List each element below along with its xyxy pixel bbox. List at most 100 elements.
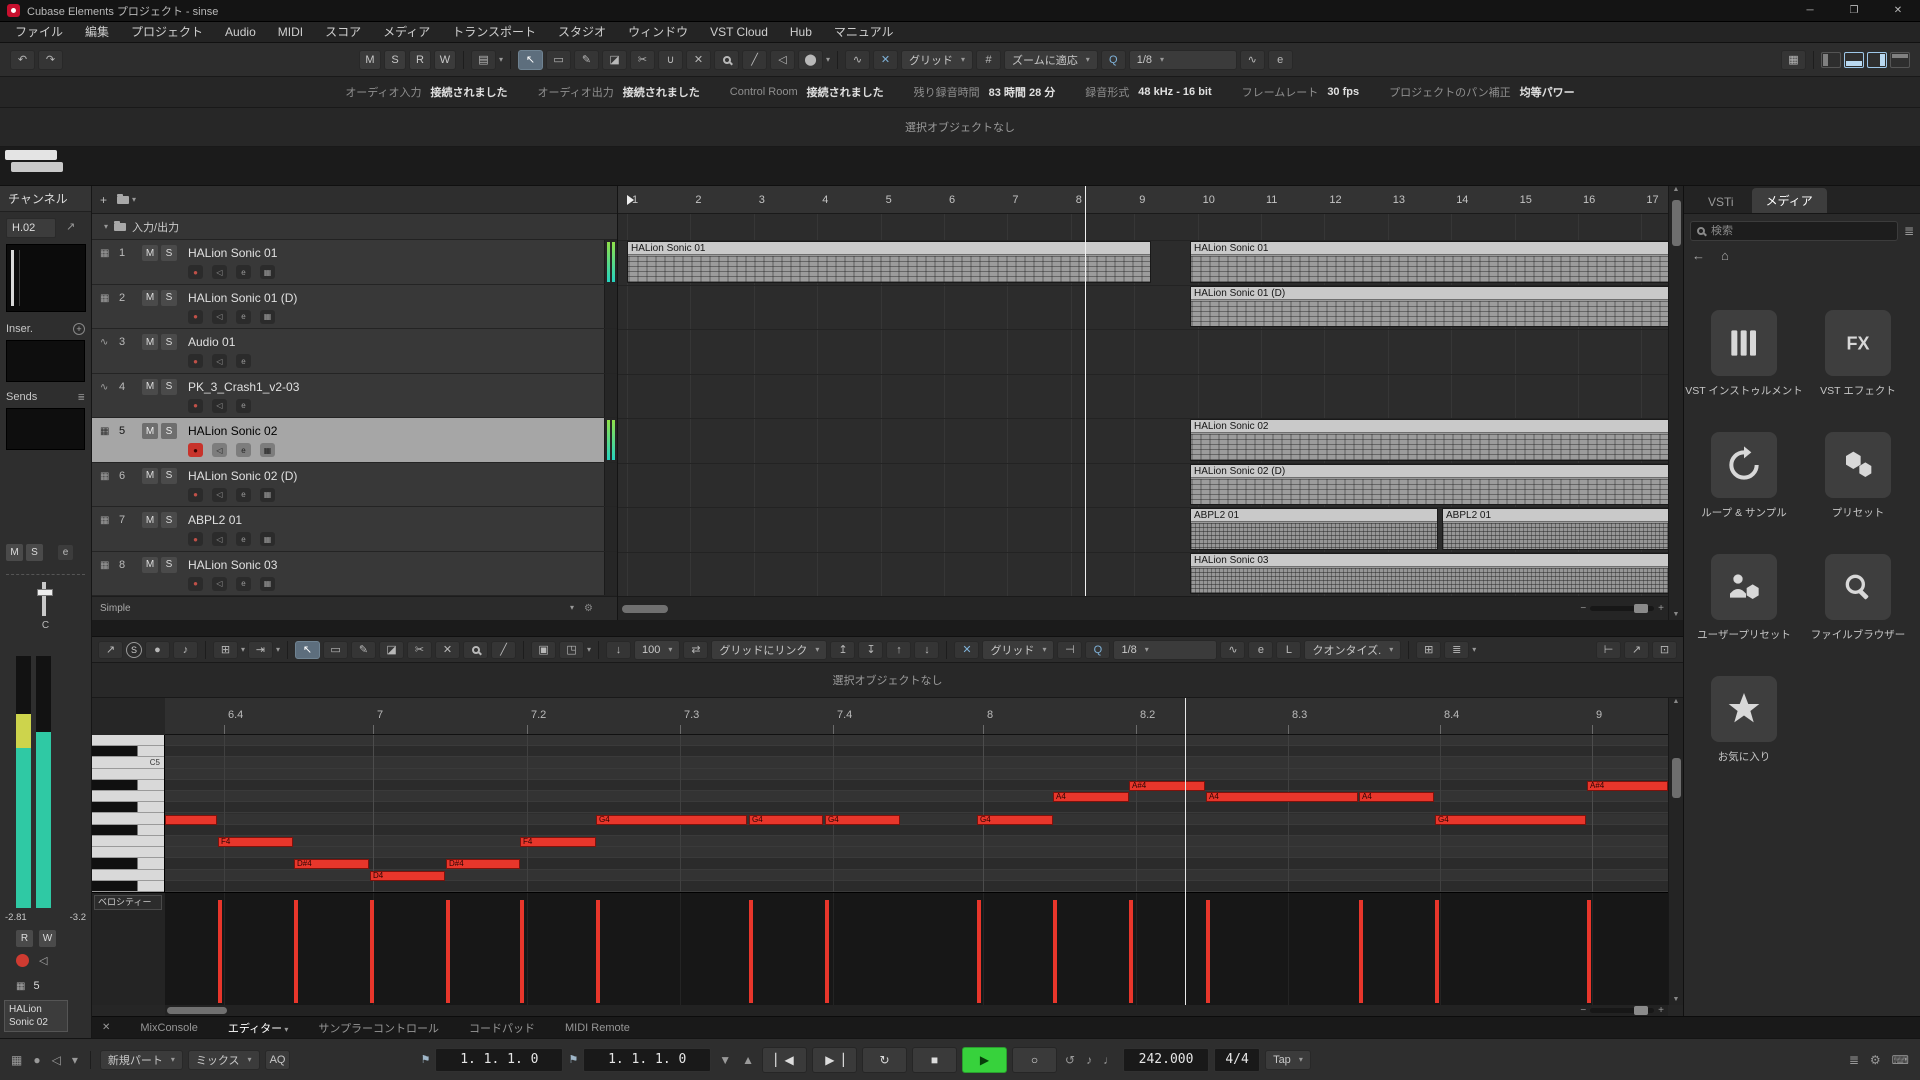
- quantize-icon[interactable]: Q: [1085, 641, 1110, 659]
- track-row[interactable]: ▦5MSHALion Sonic 02●◁e▦: [92, 418, 617, 463]
- midi-note[interactable]: A4: [1206, 792, 1358, 802]
- left-locator-flag-icon[interactable]: ⚑: [420, 1053, 430, 1066]
- editor-settings-icon[interactable]: ⊡: [1652, 641, 1677, 659]
- mute-tool-icon[interactable]: ✕: [686, 50, 711, 70]
- midi-note[interactable]: A#4: [1587, 781, 1668, 791]
- clip[interactable]: HALion Sonic 03: [1190, 553, 1668, 595]
- menu-item[interactable]: VST Cloud: [699, 22, 779, 43]
- undo-icon[interactable]: ↶: [10, 50, 35, 70]
- autoscroll-icon[interactable]: ⇥: [248, 641, 273, 659]
- track-row[interactable]: ∿4MSPK_3_Crash1_v2-03●◁e: [92, 374, 617, 419]
- track-lanes[interactable]: HALion Sonic 01HALion Sonic 01HALion Son…: [618, 214, 1668, 596]
- zoom-tool-icon[interactable]: [463, 641, 488, 659]
- cycle-button[interactable]: ↻: [862, 1047, 907, 1073]
- midi-note[interactable]: G4: [825, 815, 900, 825]
- edit-channel-button[interactable]: e: [236, 577, 251, 591]
- read-automation-button[interactable]: R: [16, 930, 33, 947]
- record-arm-button[interactable]: ●: [188, 399, 203, 413]
- channel-strip-thumbnail[interactable]: [6, 244, 86, 312]
- inspector-header[interactable]: チャンネル: [0, 186, 91, 212]
- grid-type-dropdown[interactable]: ズームに適応▾: [1004, 50, 1098, 70]
- gear-icon[interactable]: ⚙: [1867, 1053, 1884, 1067]
- snap-on-off-icon[interactable]: ✕: [873, 50, 898, 70]
- piano-key-A4[interactable]: [92, 791, 165, 802]
- auto-select-controllers-icon[interactable]: ▣: [531, 641, 556, 659]
- grid-type-icon[interactable]: #: [976, 50, 1001, 70]
- range-selection-tool-icon[interactable]: ▭: [323, 641, 348, 659]
- editor-vertical-scrollbar[interactable]: ▲ ▼: [1668, 698, 1683, 1005]
- mute-button[interactable]: M: [142, 468, 158, 484]
- edit-channel-button[interactable]: e: [236, 488, 251, 502]
- monitor-button[interactable]: ◁: [212, 443, 227, 457]
- controller-lane-setup-icon[interactable]: ⊞: [1416, 641, 1441, 659]
- go-to-end-button[interactable]: ▶▕: [812, 1047, 857, 1073]
- velocity-lane-label[interactable]: ベロシティー: [94, 895, 162, 910]
- monitor-button[interactable]: ◁: [212, 265, 227, 279]
- monitor-button[interactable]: ◁: [212, 488, 227, 502]
- setup-window-layout-icon[interactable]: [1890, 52, 1910, 68]
- piano-key-D4[interactable]: [92, 870, 165, 881]
- sends-slot-box[interactable]: [6, 408, 85, 450]
- mix-dropdown[interactable]: ミックス▾: [188, 1050, 260, 1070]
- piano-key-C#5[interactable]: [92, 746, 165, 757]
- glue-tool-icon[interactable]: ∪: [658, 50, 683, 70]
- media-tile[interactable]: VST インストゥルメント: [1694, 310, 1794, 398]
- mute-tool-icon[interactable]: ✕: [435, 641, 460, 659]
- swing-icon[interactable]: ∿: [1240, 50, 1265, 70]
- mute-all-button[interactable]: M: [359, 50, 381, 70]
- pencil-tool-icon[interactable]: ✎: [351, 641, 376, 659]
- monitor-button[interactable]: ◁: [212, 354, 227, 368]
- retrospective-record-icon[interactable]: ↺: [1062, 1053, 1078, 1067]
- right-locator-flag-icon[interactable]: ⚑: [568, 1053, 578, 1066]
- maximize-button[interactable]: ❐: [1832, 0, 1876, 21]
- midi-note[interactable]: A#4: [1129, 781, 1205, 791]
- track-row[interactable]: ∿3MSAudio 01●◁e: [92, 329, 617, 374]
- list-settings-icon[interactable]: ≣: [1904, 224, 1914, 238]
- eraser-tool-icon[interactable]: ◪: [379, 641, 404, 659]
- insert-bypass-icon[interactable]: +: [73, 323, 85, 335]
- note-display[interactable]: F4D#4D4D#4F4G4G4G4G4A4A#4A4A4G4A#4: [165, 735, 1668, 892]
- insert-velocity-dropdown[interactable]: 100▾: [634, 640, 680, 660]
- channel-edit-button[interactable]: e: [58, 545, 73, 560]
- solo-button[interactable]: S: [161, 468, 177, 484]
- color-tool-icon[interactable]: ⬤: [798, 50, 823, 70]
- media-tile[interactable]: ループ & サンプル: [1694, 432, 1794, 520]
- quantize-panel-icon[interactable]: e: [1248, 641, 1273, 659]
- clip[interactable]: HALion Sonic 01: [627, 241, 1151, 283]
- solo-button[interactable]: S: [161, 245, 177, 261]
- edit-channel-button[interactable]: e: [236, 354, 251, 368]
- scrollbar-handle[interactable]: [1672, 200, 1681, 246]
- record-arm-button[interactable]: ●: [188, 532, 203, 546]
- range-selection-tool-icon[interactable]: ▭: [546, 50, 571, 70]
- move-down-icon[interactable]: ↧: [858, 641, 883, 659]
- tempo-display[interactable]: 242.000: [1123, 1048, 1209, 1072]
- piano-key-B4[interactable]: [92, 769, 165, 780]
- velocity-bar[interactable]: [218, 900, 222, 1003]
- bottom-tab-コードパッド[interactable]: コードパッド: [469, 1020, 535, 1036]
- channel-solo-button[interactable]: S: [26, 544, 43, 561]
- media-tile[interactable]: お気に入り: [1694, 676, 1794, 764]
- track-row[interactable]: ▦6MSHALion Sonic 02 (D)●◁e▦: [92, 463, 617, 508]
- edit-channel-button[interactable]: e: [236, 443, 251, 457]
- length-icon[interactable]: L: [1276, 641, 1301, 659]
- snap-on-off-icon[interactable]: ✕: [954, 641, 979, 659]
- midi-note[interactable]: G4: [1435, 815, 1586, 825]
- instrument-button[interactable]: ▦: [260, 443, 275, 457]
- line-tool-icon[interactable]: ╱: [742, 50, 767, 70]
- scrollbar-handle[interactable]: [167, 1007, 227, 1014]
- piano-key-G4[interactable]: [92, 814, 165, 825]
- timeline-ruler[interactable]: 1234567891011121314151617: [618, 186, 1668, 214]
- automation-panel-icon[interactable]: ▤: [471, 50, 496, 70]
- menu-item[interactable]: ファイル: [4, 22, 74, 43]
- channel-fader[interactable]: [42, 582, 46, 616]
- redo-icon[interactable]: ↷: [38, 50, 63, 70]
- midi-note[interactable]: F4: [520, 837, 596, 847]
- instrument-button[interactable]: ▦: [260, 265, 275, 279]
- bottom-tab-MixConsole[interactable]: MixConsole: [140, 1022, 197, 1034]
- solo-editor-button[interactable]: S: [126, 642, 142, 658]
- midi-note[interactable]: G4: [749, 815, 823, 825]
- midi-note[interactable]: D4: [370, 871, 445, 881]
- velocity-bar[interactable]: [1587, 900, 1591, 1003]
- chevron-down-icon[interactable]: ▾: [499, 55, 503, 64]
- gear-icon[interactable]: ⚙: [584, 603, 593, 614]
